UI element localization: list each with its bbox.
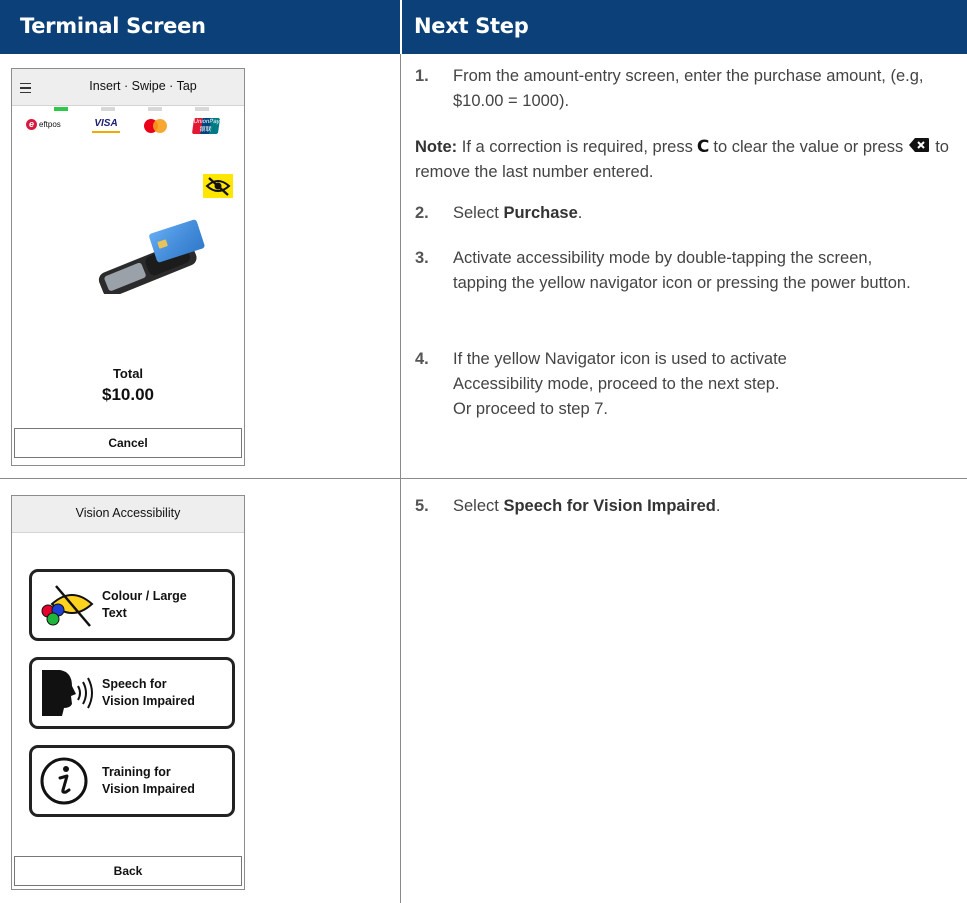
colour-large-text-option[interactable]: Colour / Large Text <box>29 569 235 641</box>
indicator-light-4 <box>195 107 209 111</box>
option-label: Colour / Large Text <box>102 589 187 620</box>
option-label: Speech for Vision Impaired <box>102 677 195 708</box>
screen-topbar: Insert · Swipe · Tap <box>12 69 244 106</box>
column-header-terminal-screen: Terminal Screen <box>20 14 206 38</box>
training-for-vision-impaired-option[interactable]: Training for Vision Impaired <box>29 745 235 817</box>
step-number: 2. <box>415 204 429 222</box>
colour-eye-icon <box>38 578 98 632</box>
backspace-key-icon <box>909 135 930 160</box>
step-number: 5. <box>415 497 429 515</box>
unionpay-logo: UnionPay 银联 <box>191 118 221 134</box>
eye-crossed-icon[interactable] <box>203 174 233 198</box>
note-text-2: to clear the value or press <box>713 138 904 156</box>
terminal-screen-insert-swipe-tap: Insert · Swipe · Tap e eftpos VISA UnionP… <box>11 68 245 466</box>
back-button[interactable]: Back <box>14 856 242 886</box>
screen-title: Insert · Swipe · Tap <box>89 79 197 93</box>
note-label: Note: <box>415 138 458 156</box>
step-number: 3. <box>415 249 429 267</box>
table-header: Terminal Screen Next Step <box>0 0 967 54</box>
speech-for-vision-impaired-option[interactable]: Speech for Vision Impaired <box>29 657 235 729</box>
indicator-light-1 <box>54 107 68 111</box>
indicator-light-3 <box>148 107 162 111</box>
step-number: 1. <box>415 67 429 85</box>
clear-key-icon: C <box>696 137 710 157</box>
terminal-card-image <box>90 219 208 298</box>
total-label: Total <box>112 366 144 381</box>
step-text: From the amount-entry screen, enter the … <box>453 67 924 110</box>
mastercard-logo <box>144 119 170 133</box>
step-text: Activate accessibility mode by double-ta… <box>453 249 911 292</box>
step-text: Select Speech for Vision Impaired. <box>453 497 721 515</box>
terminal-screen-vision-accessibility: Vision Accessibility Colour / Large Text … <box>11 495 245 890</box>
menu-icon[interactable] <box>20 83 31 93</box>
step-number: 4. <box>415 350 429 368</box>
step-text: Select Purchase. <box>453 204 583 222</box>
header-divider <box>400 0 402 54</box>
indicator-light-2 <box>101 107 115 111</box>
row-divider <box>0 478 967 479</box>
screen-title: Vision Accessibility <box>75 506 181 520</box>
visa-logo: VISA <box>92 118 120 133</box>
cancel-button[interactable]: Cancel <box>14 428 242 458</box>
note-text-1: If a correction is required, press <box>461 138 693 156</box>
eftpos-logo: e eftpos <box>26 119 61 130</box>
step-text: If the yellow Navigator icon is used to … <box>453 350 787 418</box>
total-amount: $10.00 <box>102 385 154 404</box>
speaking-head-icon <box>38 666 98 720</box>
note: Note: If a correction is required, press… <box>415 135 955 185</box>
info-icon <box>38 754 98 808</box>
column-header-next-step: Next Step <box>414 14 529 38</box>
screen-topbar: Vision Accessibility <box>12 496 244 533</box>
option-label: Training for Vision Impaired <box>102 765 195 796</box>
